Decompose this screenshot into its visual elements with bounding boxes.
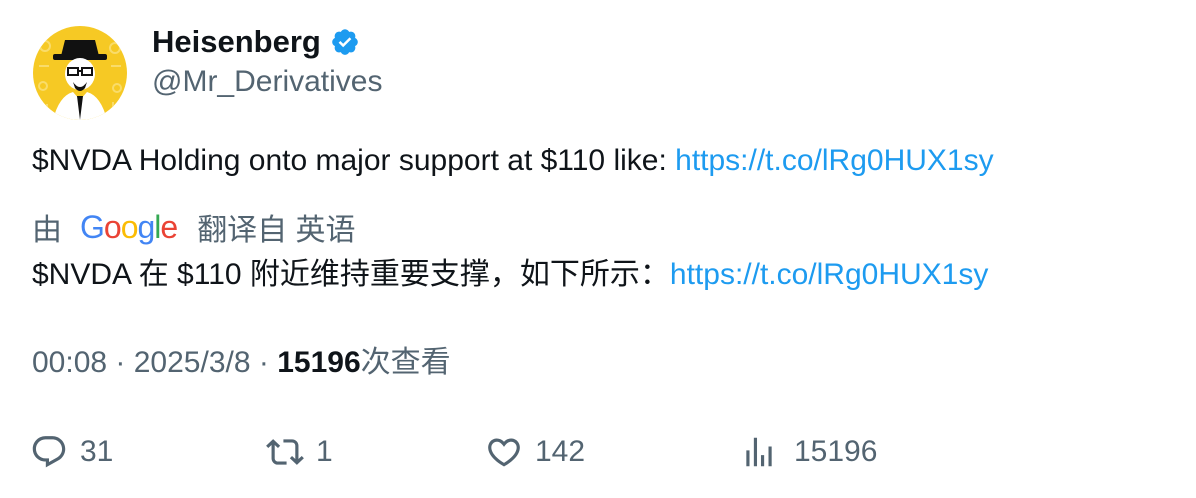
tweet-link[interactable]: https://t.co/lRg0HUX1sy bbox=[675, 144, 993, 177]
verified-badge-icon bbox=[330, 27, 360, 57]
translated-body: $NVDA 在 $110 附近维持重要支撑，如下所示： bbox=[32, 258, 670, 291]
tweet-body: $NVDA Holding onto major support at $110… bbox=[32, 144, 676, 177]
tweet-date[interactable]: 2025/3/8 bbox=[134, 346, 251, 379]
bar-chart-icon bbox=[740, 433, 778, 471]
translated-link[interactable]: https://t.co/lRg0HUX1sy bbox=[670, 258, 988, 291]
reply-count: 31 bbox=[80, 435, 114, 468]
like-count: 142 bbox=[535, 435, 586, 468]
views-action-count: 15196 bbox=[794, 435, 878, 468]
tweet-text: $NVDA Holding onto major support at $110… bbox=[32, 141, 994, 181]
translated-text: $NVDA 在 $110 附近维持重要支撑，如下所示：https://t.co/… bbox=[32, 255, 988, 295]
author-display-name[interactable]: Heisenberg bbox=[152, 22, 321, 62]
views-button[interactable]: 15196 bbox=[740, 430, 877, 474]
like-button[interactable]: 142 bbox=[485, 430, 585, 474]
views-label: 次查看 bbox=[360, 346, 451, 379]
heisenberg-avatar-icon bbox=[33, 26, 127, 120]
tweet-meta: 00:08 · 2025/3/8 · 15196次查看 bbox=[32, 343, 451, 383]
retweet-count: 1 bbox=[316, 435, 333, 468]
meta-separator: · bbox=[250, 346, 278, 379]
retweet-button[interactable]: 1 bbox=[266, 430, 333, 474]
meta-separator: · bbox=[107, 346, 134, 379]
views-count: 15196 bbox=[277, 346, 361, 379]
translation-prefix: 由 bbox=[32, 214, 62, 247]
translation-attribution: 由 Google 翻译自 英语 bbox=[32, 206, 356, 248]
tweet-time[interactable]: 00:08 bbox=[32, 346, 107, 379]
author-name-row: Heisenberg bbox=[152, 22, 360, 62]
heart-icon bbox=[485, 433, 523, 471]
speech-bubble-icon bbox=[30, 433, 68, 471]
google-logo-icon: Google bbox=[80, 208, 178, 245]
reply-button[interactable]: 31 bbox=[30, 430, 113, 474]
retweet-arrows-icon bbox=[266, 433, 304, 471]
author-handle[interactable]: @Mr_Derivatives bbox=[152, 62, 383, 102]
translation-suffix[interactable]: 翻译自 英语 bbox=[197, 205, 355, 249]
avatar[interactable] bbox=[33, 26, 127, 120]
